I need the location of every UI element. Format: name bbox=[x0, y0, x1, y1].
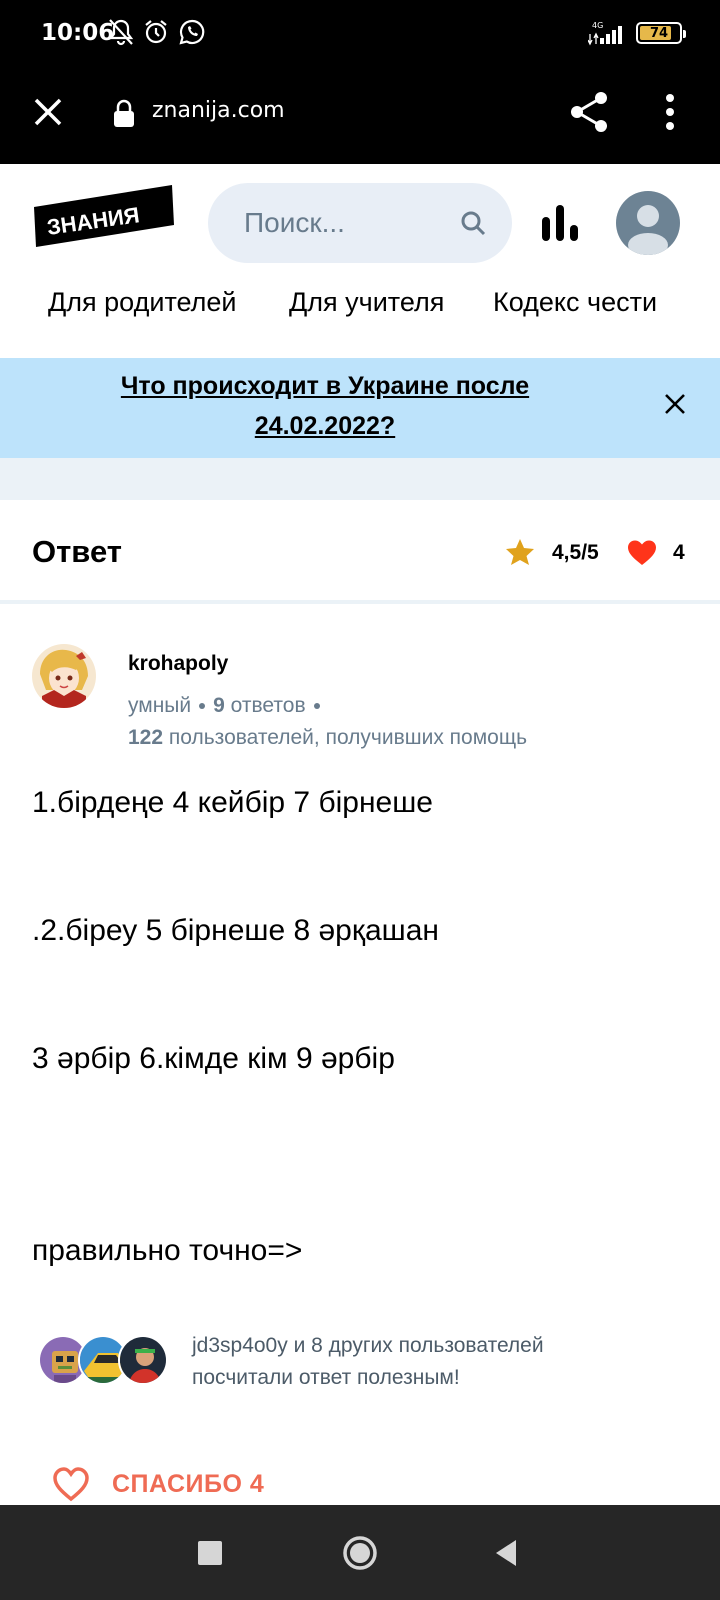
answer-title: Ответ bbox=[32, 534, 122, 569]
banner-link[interactable]: Что происходит в Украине после 24.02.202… bbox=[60, 366, 590, 446]
heart-icon bbox=[628, 540, 656, 565]
rating-value: 4,5/5 bbox=[552, 541, 599, 564]
banner-line-1: Что происходит в Украине после bbox=[120, 372, 530, 400]
author-name[interactable]: krohapoly bbox=[128, 652, 228, 676]
ukraine-banner: Что происходит в Украине после 24.02.202… bbox=[0, 358, 720, 458]
author-meta-line-1: умный 9 ответов bbox=[128, 690, 527, 722]
signal-icon: 4G bbox=[588, 21, 622, 46]
battery-level: 74 bbox=[649, 25, 669, 41]
thanks-button[interactable]: СПАСИБО 4 bbox=[50, 1462, 310, 1510]
lock-icon bbox=[114, 99, 134, 127]
site-nav: Для родителей Для учителя Кодекс чести bbox=[0, 287, 720, 327]
author-avatar[interactable] bbox=[32, 644, 96, 708]
search-icon[interactable] bbox=[460, 210, 486, 236]
section-divider bbox=[0, 458, 720, 500]
user-silhouette-icon bbox=[628, 205, 668, 255]
battery-icon: 74 bbox=[636, 22, 686, 44]
znanija-logo[interactable]: ЗНАНИЯ bbox=[34, 185, 174, 247]
close-icon[interactable] bbox=[28, 92, 68, 132]
separator-dot bbox=[199, 703, 206, 710]
alarm-icon bbox=[145, 20, 167, 44]
home-icon[interactable] bbox=[342, 1535, 378, 1571]
author-answers-label: ответов bbox=[230, 694, 306, 717]
share-icon[interactable] bbox=[568, 90, 610, 134]
author-helped-label: пользователей, получивших помощь bbox=[168, 726, 528, 749]
author-meta-line-2: 122 пользователей, получивших помощь bbox=[128, 722, 527, 754]
thanks-label: СПАСИБО 4 bbox=[112, 1470, 265, 1498]
site-header: ЗНАНИЯ Для родителей Для учителя Кодекс … bbox=[0, 167, 720, 355]
author-rank: умный bbox=[128, 694, 192, 717]
helpful-text: jd3sp4o0y и 8 других пользователей посчи… bbox=[192, 1330, 692, 1394]
banner-line-2: 24.02.2022? bbox=[254, 412, 396, 440]
network-label: 4G bbox=[592, 21, 603, 30]
whatsapp-icon bbox=[179, 19, 205, 45]
author-helped-count: 122 bbox=[128, 726, 164, 749]
status-icons-left bbox=[108, 18, 206, 46]
answer-line-4: правильно точно=> bbox=[32, 1234, 303, 1267]
author-answers-count: 9 bbox=[213, 694, 225, 717]
answer-line-1: 1.бірдеңе 4 кейбір 7 бірнеше bbox=[32, 786, 433, 819]
helpful-avatars[interactable] bbox=[38, 1335, 178, 1387]
profile-avatar-icon[interactable] bbox=[616, 191, 680, 255]
author-meta: умный 9 ответов 122 пользователей, получи… bbox=[128, 690, 527, 754]
answer-line-2: .2.біреу 5 бірнеше 8 әрқашан bbox=[32, 914, 439, 947]
separator-dot bbox=[313, 703, 320, 710]
person-avatar-icon bbox=[120, 1337, 166, 1383]
anime-avatar-icon bbox=[32, 644, 96, 708]
status-time: 10:06 bbox=[41, 20, 115, 46]
answer-header: Ответ 4,5/5 4 bbox=[0, 500, 720, 604]
system-nav-bar bbox=[0, 1505, 720, 1600]
helper-avatar bbox=[118, 1335, 168, 1385]
star-icon bbox=[506, 539, 534, 565]
browser-toolbar: znanija.com bbox=[0, 70, 720, 164]
status-bar: 10:06 4G 74 bbox=[0, 0, 720, 70]
search-box[interactable] bbox=[208, 183, 512, 263]
nav-item-teachers[interactable]: Для учителя bbox=[289, 287, 444, 318]
helpful-text-line-2: посчитали ответ полезным! bbox=[192, 1366, 460, 1389]
recents-icon[interactable] bbox=[198, 1541, 222, 1565]
status-icons-right: 4G 74 bbox=[588, 20, 686, 46]
heart-outline-icon bbox=[53, 1467, 89, 1502]
mute-icon bbox=[108, 19, 134, 46]
search-input[interactable] bbox=[244, 205, 444, 241]
answer-line-3: 3 әрбір 6.кімде кім 9 әрбір bbox=[32, 1042, 395, 1075]
screen: 10:06 4G 74 znanija.com ЗНАНИЯ Поиск... … bbox=[0, 0, 720, 1600]
nav-item-honor-code[interactable]: Кодекс чести bbox=[493, 287, 657, 318]
more-icon[interactable] bbox=[660, 92, 680, 132]
stats-icon[interactable] bbox=[540, 203, 580, 243]
url-field[interactable]: znanija.com bbox=[152, 98, 285, 123]
banner-close-icon[interactable] bbox=[664, 393, 686, 415]
back-icon[interactable] bbox=[494, 1538, 518, 1568]
nav-item-parents[interactable]: Для родителей bbox=[48, 287, 236, 318]
helpful-text-line-1: jd3sp4o0y и 8 других пользователей bbox=[192, 1334, 544, 1357]
likes-count: 4 bbox=[673, 541, 685, 564]
